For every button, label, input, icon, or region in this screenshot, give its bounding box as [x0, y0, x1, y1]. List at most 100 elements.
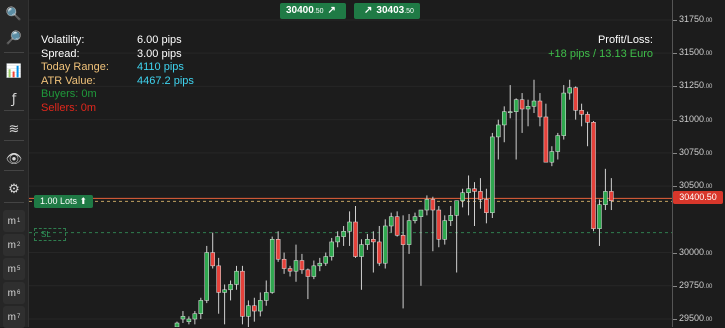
- axis-tick-label: 31500.00: [679, 47, 712, 57]
- settings-chart-icon[interactable]: ⚙: [3, 178, 25, 200]
- axis-tickmark: [673, 152, 677, 154]
- toolbar-separator: [4, 140, 24, 141]
- candle-body: [543, 116, 549, 163]
- price-axis[interactable]: 31750.00 31500.00 31250.00 31000.00 30750.00…: [672, 0, 725, 327]
- current-price-badge: 30400.50: [673, 191, 723, 204]
- candlestick-icon[interactable]: 📊: [3, 60, 25, 82]
- candle-body: [442, 220, 447, 240]
- candle-body: [448, 215, 453, 221]
- toolbar-separator: [4, 170, 24, 171]
- candle-body: [579, 110, 584, 115]
- candle-body: [537, 100, 543, 118]
- drawing-toolbar: 🔍 🔎 📊 ƒ ≋ 👁 ⚙ m 1 m 2 m 5 m 6 m 7: [0, 0, 29, 328]
- sell-price-frac: .50: [313, 8, 324, 15]
- candle-body: [198, 300, 204, 314]
- candle-body: [555, 135, 561, 152]
- buy-quote-button[interactable]: ↗ 30403.50: [354, 3, 420, 19]
- candle-body: [174, 322, 180, 327]
- candle-body: [234, 270, 239, 285]
- timeframe-m7[interactable]: m7: [3, 306, 25, 328]
- profit-loss-label: Profit/Loss:: [597, 34, 653, 46]
- sell-price-main: 30400: [286, 5, 314, 16]
- candle-body: [204, 252, 209, 301]
- candle-body: [383, 225, 388, 264]
- axis-tick-label: 29750.00: [679, 280, 712, 290]
- candle-body: [496, 124, 501, 138]
- stat-row: Spread: 3.00 pips: [41, 48, 194, 62]
- candle-body: [436, 209, 442, 240]
- zoom-in-icon[interactable]: 🔍: [3, 3, 25, 25]
- timeframe-m2[interactable]: m2: [3, 234, 25, 256]
- candle-body: [347, 221, 352, 232]
- tick-frac: .00: [704, 17, 713, 24]
- candle-body: [329, 241, 334, 257]
- stat-label: Spread:: [41, 47, 80, 60]
- axis-tick-label: 29500.00: [679, 313, 712, 323]
- timeframe-m1[interactable]: m1: [3, 210, 25, 232]
- indicator-icon[interactable]: ƒ: [3, 88, 25, 110]
- stop-loss-badge[interactable]: SL: [34, 228, 66, 241]
- candle-body: [418, 209, 424, 217]
- timeframe-m5[interactable]: m5: [3, 258, 25, 280]
- buy-price-main: 30403: [376, 5, 405, 16]
- candle-body: [281, 258, 287, 269]
- profit-loss-panel: Profit/Loss: +18 pips / 13.13 Euro: [548, 34, 653, 61]
- candle-body: [341, 231, 346, 237]
- toolbar-separator: [4, 52, 24, 53]
- tick-main: 29500: [679, 313, 705, 324]
- eye-icon[interactable]: 👁: [3, 148, 25, 170]
- axis-tickmark: [673, 186, 677, 188]
- candle-body: [591, 122, 596, 229]
- buy-price-frac: .50: [404, 8, 414, 15]
- candle-body: [353, 221, 358, 257]
- candle-body: [240, 270, 245, 317]
- candle-body: [210, 252, 215, 267]
- axis-tickmark: [673, 53, 677, 55]
- candle-body: [400, 235, 406, 245]
- candle-body: [264, 292, 269, 301]
- stat-label: Sellers: 0m: [41, 101, 97, 114]
- zoom-out-icon[interactable]: 🔎: [3, 27, 25, 49]
- candle-body: [567, 87, 572, 94]
- axis-tick-label: 30000.00: [679, 247, 712, 257]
- tick-frac: .00: [704, 283, 713, 290]
- axis-tick-label: 31250.00: [679, 80, 712, 90]
- axis-tick-label: 30750.00: [679, 147, 712, 157]
- tick-frac: .00: [704, 317, 713, 324]
- sell-quote-button[interactable]: 30400.50 ↗: [280, 3, 346, 19]
- stat-value: 4110 pips: [137, 61, 184, 73]
- candle-body: [609, 191, 614, 201]
- stat-value: 4467.2 pips: [137, 74, 194, 87]
- candle-body: [365, 239, 370, 245]
- candle-body: [406, 220, 412, 245]
- candle-body: [472, 188, 477, 192]
- profit-loss-value: +18 pips / 13.13 Euro: [548, 47, 653, 60]
- candle-body: [561, 92, 566, 136]
- candle-body: [531, 100, 537, 107]
- candle-body: [228, 284, 233, 291]
- tick-frac: .00: [704, 184, 713, 191]
- axis-tickmark: [673, 319, 677, 321]
- candle-body: [603, 191, 608, 205]
- candle-body: [549, 151, 555, 163]
- stat-row: ATR Value: 4467.2 pips: [41, 75, 194, 89]
- candle-body: [335, 236, 340, 243]
- layers-icon[interactable]: ≋: [3, 118, 25, 140]
- axis-tickmark: [673, 19, 677, 21]
- toolbar-separator: [4, 202, 24, 203]
- axis-tickmark: [673, 252, 677, 254]
- tick-frac: .00: [704, 150, 713, 157]
- candle-body: [180, 316, 186, 320]
- stat-label: Today Range:: [41, 61, 109, 73]
- candle-body: [305, 269, 311, 277]
- candle-body: [466, 188, 471, 193]
- candle-body: [525, 106, 531, 110]
- tick-main: 31000: [679, 113, 705, 124]
- candle-body: [388, 216, 394, 227]
- timeframe-m6[interactable]: m6: [3, 282, 25, 304]
- lot-size-badge[interactable]: 1.00 Lots ⬆: [34, 195, 94, 208]
- candle-body: [216, 265, 221, 293]
- tick-frac: .00: [704, 84, 713, 91]
- candle-body: [371, 239, 376, 243]
- tick-main: 30000: [679, 246, 705, 257]
